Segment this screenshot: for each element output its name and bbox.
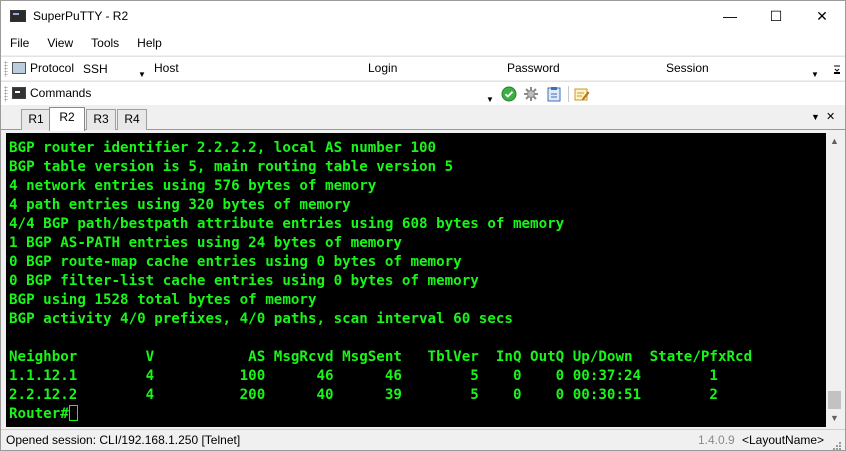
session-label: Session xyxy=(666,61,709,75)
protocol-value: SSH xyxy=(83,62,108,76)
superputty-window: SuperPuTTY - R2 — ☐ ✕ File View Tools He… xyxy=(0,0,846,451)
terminal-line: 4 network entries using 576 bytes of mem… xyxy=(9,178,377,194)
clipboard-icon[interactable] xyxy=(546,86,562,102)
toolbar-separator xyxy=(568,86,569,102)
protocol-select[interactable]: SSH ▼ xyxy=(81,59,147,79)
terminal-line: BGP table version is 5, main routing tab… xyxy=(9,159,454,175)
window-controls: — ☐ ✕ xyxy=(707,1,845,31)
minimize-button[interactable]: — xyxy=(707,1,753,31)
tab-r3[interactable]: R3 xyxy=(86,109,116,130)
tab-r1[interactable]: R1 xyxy=(21,109,51,130)
terminal-cursor xyxy=(68,405,78,421)
toolbar-grip[interactable] xyxy=(4,61,8,77)
login-label: Login xyxy=(368,61,398,75)
layout-name[interactable]: <LayoutName> xyxy=(742,433,824,447)
menu-file[interactable]: File xyxy=(10,36,29,50)
commands-toolbar: Commands ▼ xyxy=(1,81,845,105)
session-status: Opened session: CLI/192.168.1.250 [Telne… xyxy=(6,433,241,447)
close-tab-icon[interactable]: ✕ xyxy=(826,110,835,123)
status-bar: Opened session: CLI/192.168.1.250 [Telne… xyxy=(1,429,845,450)
login-input[interactable] xyxy=(404,59,499,79)
tab-r2[interactable]: R2 xyxy=(49,107,85,131)
password-input[interactable] xyxy=(561,59,659,79)
terminal-line: BGP activity 4/0 prefixes, 4/0 paths, sc… xyxy=(9,311,513,327)
scroll-up-icon[interactable]: ▲ xyxy=(826,133,843,150)
scrollbar-thumb[interactable] xyxy=(828,391,841,409)
title-bar: SuperPuTTY - R2 — ☐ ✕ xyxy=(1,1,845,31)
maximize-button[interactable]: ☐ xyxy=(753,1,799,31)
send-check-icon[interactable] xyxy=(501,86,517,102)
settings-gear-icon[interactable] xyxy=(523,86,539,102)
terminal-prompt: Router# xyxy=(9,406,69,422)
session-tab-strip: R1 R2 R3 R4 ▼ ✕ xyxy=(1,106,845,131)
terminal-line: BGP using 1528 total bytes of memory xyxy=(9,292,317,308)
tab-r4[interactable]: R4 xyxy=(117,109,147,130)
host-label: Host xyxy=(154,61,179,75)
terminal-output[interactable]: BGP router identifier 2.2.2.2, local AS … xyxy=(6,133,826,427)
window-title: SuperPuTTY - R2 xyxy=(33,9,129,23)
host-input[interactable] xyxy=(187,59,361,79)
notes-edit-icon[interactable] xyxy=(574,86,590,102)
terminal-line: 4 path entries using 320 bytes of memory xyxy=(9,197,351,213)
commands-input[interactable]: ▼ xyxy=(95,84,497,104)
menu-help[interactable]: Help xyxy=(137,36,162,50)
toolbar-overflow-icon[interactable] xyxy=(833,63,841,75)
menu-view[interactable]: View xyxy=(47,36,73,50)
computer-icon xyxy=(12,62,26,74)
terminal-app-icon xyxy=(10,10,26,22)
terminal-line: 1.1.12.1 4 100 46 46 5 0 0 00:37:24 1 xyxy=(9,368,718,384)
terminal-line: 4/4 BGP path/bestpath attribute entries … xyxy=(9,216,565,232)
terminal-line: 0 BGP filter-list cache entries using 0 … xyxy=(9,273,479,289)
menu-bar: File View Tools Help xyxy=(1,31,845,55)
toolbar-grip[interactable] xyxy=(4,86,8,102)
commands-label: Commands xyxy=(30,86,92,100)
terminal-line: Neighbor V AS MsgRcvd MsgSent TblVer InQ… xyxy=(9,349,753,365)
terminal-prompt-line: Router# xyxy=(9,405,826,424)
terminal-line: 2.2.12.2 4 200 40 39 5 0 0 00:30:51 2 xyxy=(9,387,718,403)
app-version: 1.4.0.9 xyxy=(698,433,735,447)
close-button[interactable]: ✕ xyxy=(799,1,845,31)
menu-tools[interactable]: Tools xyxy=(91,36,119,50)
terminal-line: 1 BGP AS-PATH entries using 24 bytes of … xyxy=(9,235,402,251)
password-label: Password xyxy=(507,61,560,75)
connection-toolbar: Protocol SSH ▼ Host Login Password Sessi… xyxy=(1,56,845,80)
protocol-label: Protocol xyxy=(30,61,75,75)
terminal-line: BGP router identifier 2.2.2.2, local AS … xyxy=(9,140,437,156)
console-icon xyxy=(12,87,26,99)
tab-list-dropdown-icon[interactable]: ▼ xyxy=(811,112,820,122)
terminal-line: 0 BGP route-map cache entries using 0 by… xyxy=(9,254,462,270)
session-select[interactable]: ▼ xyxy=(713,59,821,79)
scroll-down-icon[interactable]: ▼ xyxy=(826,410,843,427)
terminal-scrollbar[interactable]: ▲ ▼ xyxy=(826,133,843,427)
resize-grip-icon[interactable] xyxy=(831,439,841,450)
